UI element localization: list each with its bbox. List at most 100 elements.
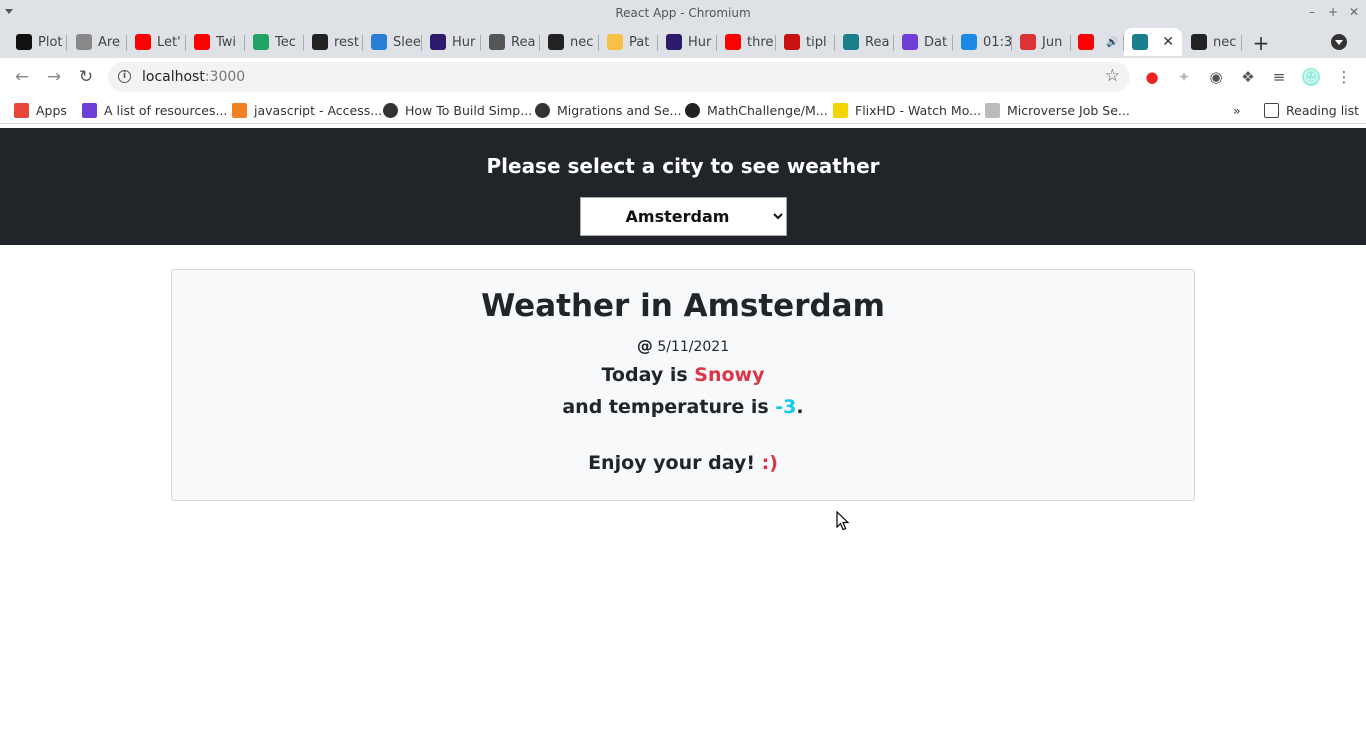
new-tab-button[interactable]: + [1252, 31, 1270, 55]
browser-tab[interactable]: tipl [776, 28, 835, 56]
more-bookmarks-icon[interactable]: » [1233, 100, 1241, 120]
reload-icon[interactable]: ↻ [75, 66, 97, 88]
reading-list-button[interactable]: Reading list [1264, 100, 1359, 120]
close-tab-icon[interactable]: ✕ [1162, 34, 1174, 50]
browser-tab[interactable]: Slee [363, 28, 422, 56]
bookmark-item[interactable]: Apps [14, 100, 67, 120]
tab-label: Rea [511, 34, 536, 50]
browser-tab[interactable]: Rea [835, 28, 894, 56]
tab-label: rest [334, 34, 359, 50]
bookmarks-bar: Apps A list of resources... javascript - A… [0, 96, 1366, 124]
browser-menu-icon[interactable]: ⋮ [1335, 68, 1353, 86]
tab-label: Twi [216, 34, 237, 50]
globe-icon [383, 102, 398, 118]
bookmark-label: javascript - Access... [254, 102, 383, 118]
reading-list-icon [1264, 102, 1279, 118]
condition-line: Today is Snowy [172, 364, 1194, 386]
browser-tab[interactable]: 🔊 [1070, 28, 1124, 56]
browser-tab[interactable]: 01:3 [953, 28, 1012, 56]
browser-tab[interactable]: Twi [186, 28, 245, 56]
browser-tab[interactable]: Pat [599, 28, 658, 56]
stackoverflow-icon [232, 102, 247, 118]
browser-tab[interactable]: ✕ [1124, 28, 1182, 56]
patreon-icon [607, 34, 623, 50]
tab-separator [66, 35, 67, 51]
tab-label: 01:3 [983, 34, 1012, 50]
address-bar[interactable]: i localhost:3000 ☆ [108, 62, 1130, 92]
browser-tab[interactable]: Hur [422, 28, 481, 56]
browser-tab[interactable]: Jun [1012, 28, 1071, 56]
forward-icon[interactable]: → [43, 66, 65, 88]
bookmark-label: Apps [36, 102, 67, 118]
bookmark-star-icon[interactable]: ☆ [1105, 66, 1120, 86]
temperature-value: -3 [775, 396, 797, 418]
weather-heading: Weather in Amsterdam [481, 288, 885, 324]
tab-search-icon[interactable] [1331, 34, 1347, 50]
mouse-cursor-icon [836, 511, 850, 531]
tab-label: Jun [1042, 34, 1063, 50]
github-icon [685, 102, 700, 118]
minimize-icon[interactable]: – [1305, 4, 1319, 20]
extension-icon[interactable]: ✦ [1175, 68, 1193, 86]
globe-icon [489, 34, 505, 50]
globe-blue-icon [371, 34, 387, 50]
bookmark-item[interactable]: A list of resources... [82, 100, 227, 120]
microverse-icon [985, 102, 1000, 118]
puzzle-extensions-icon[interactable]: ❖ [1239, 68, 1257, 86]
devtools-extension-icon[interactable]: ◉ [1207, 68, 1225, 86]
city-select[interactable]: Amsterdam [580, 197, 787, 236]
bookmark-item[interactable]: Microverse Job Se... [985, 100, 1130, 120]
browser-tab[interactable]: Let' [127, 28, 186, 56]
browser-tab[interactable]: nec [540, 28, 599, 56]
activity-icon [76, 34, 92, 50]
browser-tab[interactable]: Plot [8, 28, 67, 56]
bookmark-item[interactable]: MathChallenge/M... [685, 100, 828, 120]
bookmark-item[interactable]: Migrations and Se... [535, 100, 681, 120]
closing-text: Enjoy your day! [588, 452, 755, 474]
browser-tab[interactable]: Tec [245, 28, 304, 56]
browser-tab[interactable]: Hur [658, 28, 717, 56]
react-icon [843, 34, 859, 50]
apps-grid-icon [14, 102, 29, 118]
bookmark-label: How To Build Simp... [405, 102, 533, 118]
site-info-icon[interactable]: i [118, 70, 131, 83]
window-title: React App - Chromium [615, 6, 751, 20]
browser-tab[interactable]: rest [304, 28, 363, 56]
avatar[interactable]: ☺ [1302, 68, 1320, 86]
bookmark-item[interactable]: FlixHD - Watch Mo... [833, 100, 981, 120]
city-prompt: Please select a city to see weather [486, 154, 880, 178]
maximize-icon[interactable]: + [1326, 4, 1340, 20]
closing-line: Enjoy your day! :) [172, 452, 1194, 474]
weather-date-line: @ 5/11/2021 [172, 336, 1194, 355]
tab-label: Dat [924, 34, 948, 50]
weather-condition: Snowy [694, 364, 765, 386]
browser-tab[interactable]: thre [717, 28, 776, 56]
audio-playing-icon[interactable]: 🔊 [1106, 37, 1118, 48]
tab-label: Plot [38, 34, 63, 50]
browser-tab[interactable]: Are [68, 28, 127, 56]
bookmark-item[interactable]: How To Build Simp... [383, 100, 532, 120]
github-icon [1191, 34, 1207, 50]
browser-toolbar: ← → ↻ i localhost:3000 ☆ ● ✦ ◉ ❖ ≡ ☺ ⋮ [0, 58, 1366, 96]
close-window-icon[interactable]: ✕ [1347, 4, 1361, 20]
youtube-icon [135, 34, 151, 50]
youtube-icon [725, 34, 741, 50]
url-text[interactable]: localhost:3000 [142, 69, 245, 85]
tab-label: Tec [275, 34, 296, 50]
bookmark-item[interactable]: javascript - Access... [232, 100, 382, 120]
browser-tab[interactable]: nec [1183, 28, 1242, 56]
tab-label: Hur [452, 34, 476, 50]
tab-label: nec [1213, 34, 1237, 50]
temperature-line: and temperature is -3. [172, 396, 1194, 418]
browser-tab[interactable]: Rea [481, 28, 540, 56]
tab-label: thre [747, 34, 774, 50]
tab-label: Slee [393, 34, 421, 50]
google-drive-icon [253, 34, 269, 50]
back-icon[interactable]: ← [11, 66, 33, 88]
adblock-extension-icon[interactable]: ● [1143, 68, 1161, 86]
media-queue-icon[interactable]: ≡ [1270, 68, 1288, 86]
github-icon [312, 34, 328, 50]
browser-tab[interactable]: Dat [894, 28, 953, 56]
tab-label: nec [570, 34, 594, 50]
bookmark-label: FlixHD - Watch Mo... [855, 102, 982, 118]
